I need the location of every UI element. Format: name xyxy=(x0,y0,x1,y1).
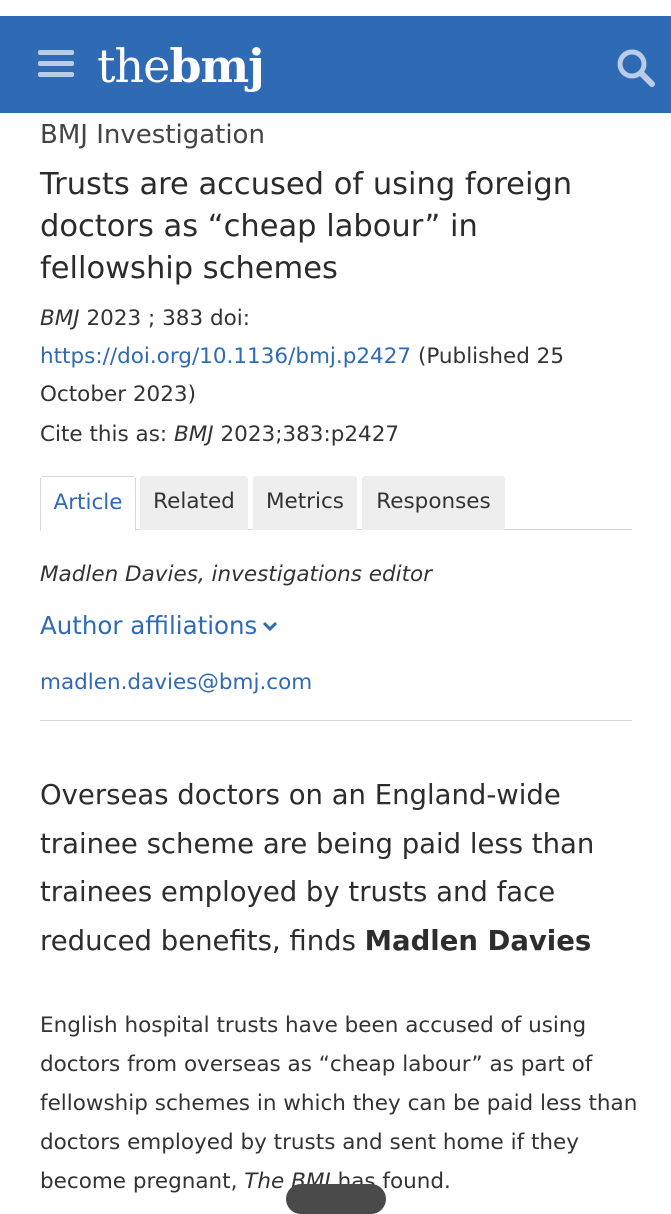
article-section: BMJ Investigation xyxy=(40,120,265,150)
cite-journal: BMJ xyxy=(174,422,214,447)
hamburger-menu-icon[interactable] xyxy=(38,50,74,78)
cite-as: Cite this as: BMJ 2023;383:p2427 xyxy=(40,416,399,454)
tab-responses[interactable]: Responses xyxy=(362,476,505,530)
bmj-logo[interactable]: thebmj xyxy=(97,36,265,96)
article-standfirst: Overseas doctors on an England-wide trai… xyxy=(40,771,640,965)
status-area xyxy=(0,0,671,16)
tab-related[interactable]: Related xyxy=(140,476,248,530)
chevron-down-icon xyxy=(263,621,278,632)
year-volume: 2023 ; 383 doi: xyxy=(79,306,250,331)
article-meta: BMJ 2023 ; 383 doi: https://doi.org/10.1… xyxy=(40,300,640,414)
affiliations-label: Author affiliations xyxy=(40,611,258,640)
scroll-indicator[interactable] xyxy=(286,1184,386,1214)
cite-prefix: Cite this as: xyxy=(40,422,174,447)
journal-name: BMJ xyxy=(40,306,80,331)
tab-article[interactable]: Article xyxy=(40,476,136,531)
standfirst-author: Madlen Davies xyxy=(364,924,592,957)
divider xyxy=(40,720,632,721)
author-email-link[interactable]: madlen.davies@bmj.com xyxy=(40,666,312,700)
author-line: Madlen Davies, investigations editor xyxy=(40,562,433,587)
tab-metrics[interactable]: Metrics xyxy=(253,476,357,530)
search-icon[interactable] xyxy=(614,46,658,90)
article-tabs: Article Related Metrics Responses xyxy=(40,476,632,531)
doi-link[interactable]: https://doi.org/10.1136/bmj.p2427 xyxy=(40,344,411,369)
cite-ref: 2023;383:p2427 xyxy=(213,422,400,447)
article-body-paragraph: English hospital trusts have been accuse… xyxy=(40,1006,640,1201)
site-header: thebmj xyxy=(0,16,671,113)
article-title: Trusts are accused of using foreign doct… xyxy=(40,167,573,286)
body-text: English hospital trusts have been accuse… xyxy=(40,1013,638,1194)
author-affiliations-toggle[interactable]: Author affiliations xyxy=(40,608,279,644)
